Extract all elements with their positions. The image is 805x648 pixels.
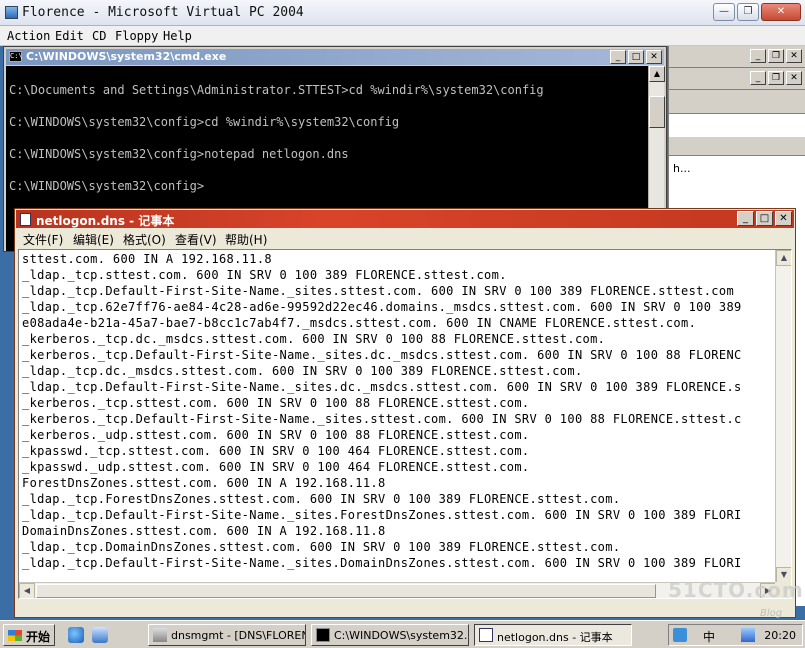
notepad-maximize-button[interactable]: □ bbox=[756, 211, 773, 226]
cmd-scroll-up-icon[interactable]: ▲ bbox=[649, 66, 665, 82]
notepad-menu-format[interactable]: 格式(O) bbox=[123, 231, 166, 248]
host-menu-edit[interactable]: Edit bbox=[55, 29, 84, 43]
dnsmgmt-titlebar: _ ❐ ✕ bbox=[669, 46, 805, 68]
notepad-text-line: _kpasswd._tcp.sttest.com. 600 IN SRV 0 1… bbox=[22, 444, 530, 458]
notepad-menu-help[interactable]: 帮助(H) bbox=[225, 231, 267, 248]
notepad-text-line: _ldap._tcp.62e7ff76-ae84-4c28-ad6e-99592… bbox=[22, 300, 742, 314]
notepad-horizontal-scrollbar[interactable]: ◀ ▶ bbox=[19, 582, 776, 598]
notepad-scroll-up-icon[interactable]: ▲ bbox=[776, 250, 791, 266]
notepad-titlebar[interactable]: netlogon.dns - 记事本 _ □ ✕ bbox=[16, 210, 794, 228]
start-label: 开始 bbox=[26, 630, 51, 644]
dnsmgmt-minimize-button[interactable]: _ bbox=[750, 49, 766, 63]
notepad-icon bbox=[20, 213, 31, 226]
task-dnsmgmt-label: dnsmgmt - [DNS\FLOREN... bbox=[171, 629, 306, 642]
show-desktop-icon[interactable] bbox=[92, 627, 108, 643]
notepad-text-line: e08ada4e-b21a-45a7-bae7-b8cc1c7ab4f7._ms… bbox=[22, 316, 697, 330]
notepad-text-line: _ldap._tcp.DomainDnsZones.sttest.com. 60… bbox=[22, 540, 621, 554]
ie-quicklaunch-icon[interactable] bbox=[68, 627, 84, 643]
notepad-text-line: _ldap._tcp.Default-First-Site-Name._site… bbox=[22, 508, 742, 522]
cmd-line: C:\WINDOWS\system32\config>cd %windir%\s… bbox=[9, 115, 400, 129]
windows-flag-icon bbox=[8, 630, 22, 641]
cmd-line: C:\WINDOWS\system32\config> bbox=[9, 179, 205, 193]
notepad-text-line: _ldap._tcp.ForestDnsZones.sttest.com. 60… bbox=[22, 492, 621, 506]
dnsmgmt-menubar: _ ❐ ✕ bbox=[669, 68, 805, 90]
cmd-title: C:\WINDOWS\system32\cmd.exe bbox=[26, 50, 227, 63]
dnsmgmt-doc-restore-button[interactable]: ❐ bbox=[768, 71, 784, 85]
notepad-close-button[interactable]: ✕ bbox=[775, 211, 792, 226]
dnsmgmt-close-button[interactable]: ✕ bbox=[786, 49, 802, 63]
watermark-sub: Blog bbox=[760, 608, 783, 619]
dnsmgmt-restore-button[interactable]: ❐ bbox=[768, 49, 784, 63]
dnsmgmt-list-cell: h... bbox=[673, 162, 691, 175]
system-tray: 中 20:20 bbox=[668, 624, 803, 646]
notepad-hscroll-thumb[interactable] bbox=[36, 584, 656, 598]
cmd-task-icon bbox=[316, 628, 330, 642]
notepad-text-line: _ldap._tcp.Default-First-Site-Name._site… bbox=[22, 380, 742, 394]
host-menu-help[interactable]: Help bbox=[163, 29, 192, 43]
cmd-line: C:\WINDOWS\system32\config>notepad netlo… bbox=[9, 147, 349, 161]
watermark-logo: 51CTO.com bbox=[668, 578, 804, 602]
host-titlebar: Florence - Microsoft Virtual PC 2004 — ❐… bbox=[0, 0, 805, 26]
start-button[interactable]: 开始 bbox=[3, 624, 55, 646]
notepad-menu-view[interactable]: 查看(V) bbox=[175, 231, 217, 248]
notepad-task-icon bbox=[479, 628, 493, 642]
notepad-title: netlogon.dns - 记事本 bbox=[36, 214, 175, 228]
virtual-pc-icon bbox=[5, 6, 18, 19]
notepad-menu-file[interactable]: 文件(F) bbox=[23, 231, 63, 248]
task-notepad[interactable]: netlogon.dns - 记事本 bbox=[474, 624, 632, 646]
cmd-line: C:\Documents and Settings\Administrator.… bbox=[9, 83, 544, 97]
notepad-scroll-left-icon[interactable]: ◀ bbox=[19, 583, 35, 598]
cmd-prompt-icon: C:\ bbox=[9, 51, 23, 62]
notepad-window: netlogon.dns - 记事本 _ □ ✕ 文件(F) 编辑(E) 格式(… bbox=[14, 208, 796, 618]
task-dnsmgmt[interactable]: dnsmgmt - [DNS\FLOREN... bbox=[148, 624, 306, 646]
host-minimize-button[interactable]: — bbox=[713, 3, 735, 21]
cmd-minimize-button[interactable]: _ bbox=[610, 50, 626, 64]
guest-desktop: _ ❐ ✕ _ ❐ ✕ h... C:\ C:\WINDOWS\system32… bbox=[0, 46, 805, 648]
dnsmgmt-doc-close-button[interactable]: ✕ bbox=[786, 71, 802, 85]
notepad-vertical-scrollbar[interactable]: ▲ ▼ bbox=[775, 250, 791, 583]
notepad-text-line: _ldap._tcp.Default-First-Site-Name._site… bbox=[22, 556, 742, 570]
dnsmgmt-doc-minimize-button[interactable]: _ bbox=[750, 71, 766, 85]
notepad-minimize-button[interactable]: _ bbox=[737, 211, 754, 226]
notepad-menu-edit[interactable]: 编辑(E) bbox=[73, 231, 114, 248]
host-menu-cd[interactable]: CD bbox=[92, 29, 106, 43]
notepad-text-area[interactable]: sttest.com. 600 IN A 192.168.11.8 _ldap._… bbox=[18, 249, 792, 599]
cmd-close-button[interactable]: ✕ bbox=[646, 50, 662, 64]
host-restore-button[interactable]: ❐ bbox=[737, 3, 759, 21]
notepad-text-line: _kerberos._tcp.Default-First-Site-Name._… bbox=[22, 348, 742, 362]
notepad-text-line: _kerberos._tcp.sttest.com. 600 IN SRV 0 … bbox=[22, 396, 530, 410]
host-close-button[interactable]: ✕ bbox=[761, 3, 801, 21]
clock[interactable]: 20:20 bbox=[764, 629, 796, 642]
notepad-text-line: sttest.com. 600 IN A 192.168.11.8 bbox=[22, 252, 272, 266]
notepad-text-line: ForestDnsZones.sttest.com. 600 IN A 192.… bbox=[22, 476, 386, 490]
notepad-text-line: _kpasswd._udp.sttest.com. 600 IN SRV 0 1… bbox=[22, 460, 530, 474]
notepad-text-line: _kerberos._tcp.Default-First-Site-Name._… bbox=[22, 412, 742, 426]
notepad-text-line: _kerberos._udp.sttest.com. 600 IN SRV 0 … bbox=[22, 428, 530, 442]
cmd-maximize-button[interactable]: □ bbox=[628, 50, 644, 64]
ime-indicator[interactable]: 中 bbox=[703, 628, 715, 645]
dnsmgmt-toolbar bbox=[669, 90, 805, 114]
taskbar: 开始 dnsmgmt - [DNS\FLOREN... C:\WINDOWS\s… bbox=[0, 620, 805, 648]
host-menu-action[interactable]: Action bbox=[7, 29, 50, 43]
notepad-text-line: _ldap._tcp.Default-First-Site-Name._site… bbox=[22, 284, 735, 298]
task-cmd-label: C:\WINDOWS\system32... bbox=[334, 629, 469, 642]
host-menubar: Action Edit CD Floppy Help bbox=[0, 26, 805, 46]
notepad-text-line: _ldap._tcp.dc._msdcs.sttest.com. 600 IN … bbox=[22, 364, 583, 378]
dnsmgmt-column-header[interactable] bbox=[669, 136, 805, 156]
notepad-text-line: DomainDnsZones.sttest.com. 600 IN A 192.… bbox=[22, 524, 386, 538]
task-cmd[interactable]: C:\WINDOWS\system32... bbox=[311, 624, 469, 646]
host-menu-floppy[interactable]: Floppy bbox=[115, 29, 158, 43]
language-bar-icon[interactable] bbox=[673, 628, 687, 642]
mmc-icon bbox=[153, 628, 167, 642]
cmd-titlebar[interactable]: C:\ C:\WINDOWS\system32\cmd.exe _ □ ✕ bbox=[6, 49, 664, 65]
task-notepad-label: netlogon.dns - 记事本 bbox=[497, 631, 613, 644]
host-title: Florence - Microsoft Virtual PC 2004 bbox=[22, 5, 304, 20]
notepad-text-line: _kerberos._tcp.dc._msdcs.sttest.com. 600… bbox=[22, 332, 606, 346]
cmd-scroll-thumb[interactable] bbox=[649, 96, 665, 128]
notepad-text-line: _ldap._tcp.sttest.com. 600 IN SRV 0 100 … bbox=[22, 268, 507, 282]
notepad-menubar: 文件(F) 编辑(E) 格式(O) 查看(V) 帮助(H) bbox=[16, 229, 794, 247]
network-icon[interactable] bbox=[741, 628, 755, 642]
